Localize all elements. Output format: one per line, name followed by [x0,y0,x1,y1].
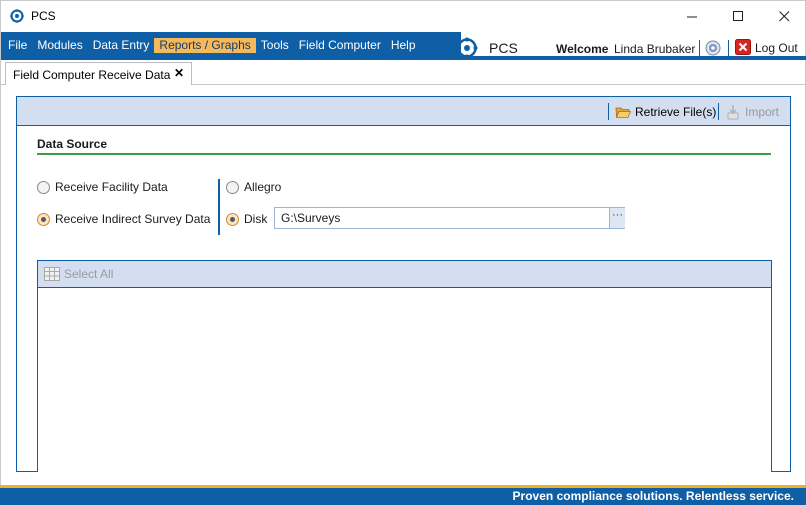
logout-icon[interactable] [735,39,751,55]
header-divider [699,40,700,56]
radio-label: Receive Indirect Survey Data [55,212,211,226]
browse-button[interactable]: ··· [609,208,625,228]
folder-open-icon [615,107,631,118]
import-icon [727,105,739,120]
data-source-divider [37,153,771,155]
radio-button-icon [226,212,239,226]
maximize-icon [732,10,743,21]
import-button[interactable]: Import [725,103,779,121]
minimize-button[interactable] [669,1,715,31]
menu-help[interactable]: Help [386,38,421,53]
select-all-button[interactable]: Select All [64,267,113,281]
main-area: Retrieve File(s) Import Data Source Rece… [0,85,806,485]
menu-items: File Modules Data Entry Reports / Graphs… [3,38,421,53]
radio-button-icon [37,212,50,226]
footer-tagline: Proven compliance solutions. Relentless … [512,489,794,503]
tab-label: Field Computer Receive Data [13,68,171,82]
tab-close-icon[interactable]: ✕ [174,66,184,80]
panel-toolbar: Retrieve File(s) Import [17,97,790,126]
menu-file[interactable]: File [3,38,32,53]
app-icon [10,9,24,23]
close-icon [778,10,789,21]
disk-path-input[interactable]: G:\Surveys [274,207,625,229]
options-divider [218,179,220,235]
menu-field-computer[interactable]: Field Computer [294,38,386,53]
import-label: Import [745,105,780,119]
menu-reports-graphs[interactable]: Reports / Graphs [154,38,256,53]
toolbar-divider [608,103,609,120]
brand-name: PCS [489,40,518,56]
receive-data-panel: Retrieve File(s) Import Data Source Rece… [16,96,791,472]
files-grid: Select All [37,260,772,472]
disk-radio[interactable]: Disk [226,212,267,226]
radio-button-icon [226,180,239,194]
help-icon[interactable] [705,40,721,56]
retrieve-files-label: Retrieve File(s) [635,105,717,119]
radio-button-icon [37,180,50,194]
header-divider [728,40,729,56]
window-title: PCS [31,9,56,23]
menu-modules[interactable]: Modules [32,38,87,53]
minimize-icon [686,16,697,17]
data-source-title: Data Source [37,137,108,151]
radio-label: Disk [244,212,268,226]
footer-bar: Proven compliance solutions. Relentless … [0,485,806,505]
tab-strip: Field Computer Receive Data ✕ [0,60,806,86]
menu-tools[interactable]: Tools [256,38,294,53]
menu-data-entry[interactable]: Data Entry [88,38,155,53]
receive-indirect-survey-data-radio[interactable]: Receive Indirect Survey Data [37,212,210,226]
logout-link[interactable]: Log Out [755,41,798,55]
pcs-logo-icon [456,37,478,59]
radio-label: Allegro [244,180,282,194]
user-name: Linda Brubaker [614,42,696,56]
tab-field-computer-receive-data[interactable]: Field Computer Receive Data ✕ [5,62,192,86]
grid-header: Select All [38,261,771,288]
table-icon [44,267,60,281]
radio-label: Receive Facility Data [55,180,168,194]
maximize-button[interactable] [715,1,761,31]
close-window-button[interactable] [761,1,806,31]
retrieve-files-button[interactable]: Retrieve File(s) [615,103,716,121]
title-bar: PCS [0,0,806,32]
receive-facility-data-radio[interactable]: Receive Facility Data [37,180,168,194]
allegro-radio[interactable]: Allegro [226,180,281,194]
menu-bar: File Modules Data Entry Reports / Graphs… [0,32,806,60]
welcome-label: Welcome [556,42,609,56]
toolbar-divider [718,103,719,120]
